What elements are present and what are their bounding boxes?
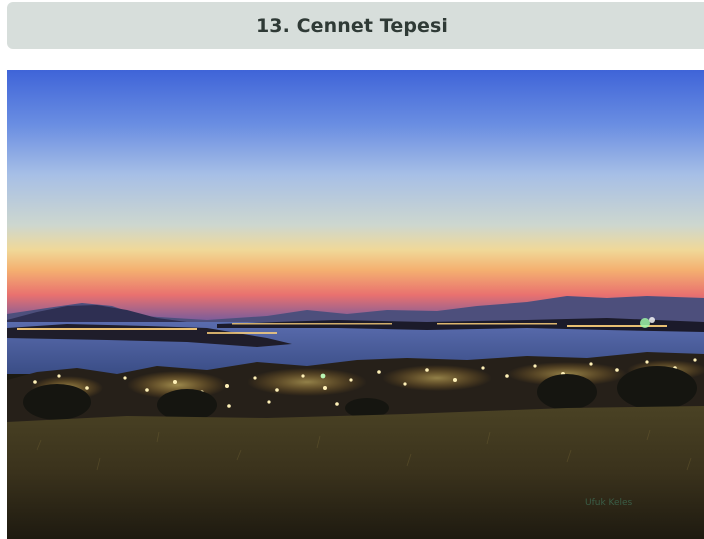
section-header: 13. Cennet Tepesi	[7, 2, 704, 49]
section-title: 13. Cennet Tepesi	[255, 14, 449, 37]
night-city-panorama-image	[7, 70, 704, 539]
landscape-photo: Ufuk Keles	[7, 70, 704, 539]
photo-watermark: Ufuk Keles	[585, 498, 633, 508]
